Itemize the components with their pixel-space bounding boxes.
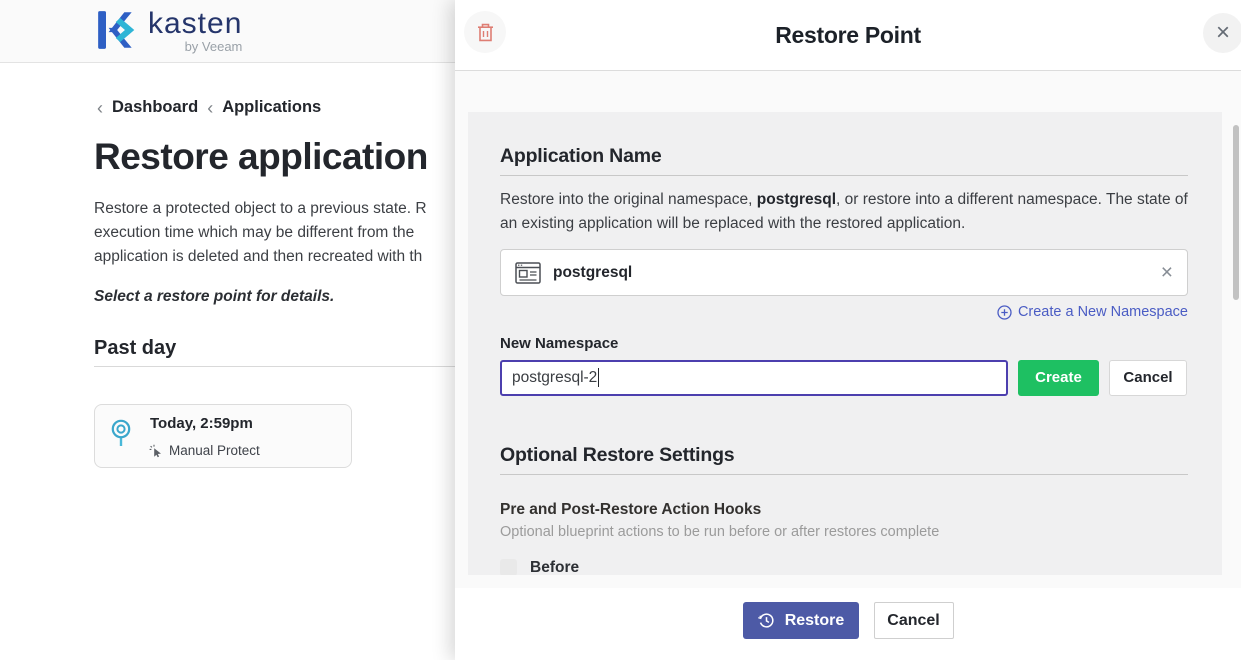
breadcrumb-dashboard[interactable]: Dashboard [112, 98, 198, 117]
breadcrumb: ‹ Dashboard ‹ Applications [97, 98, 321, 117]
new-namespace-value: postgresql-2 [512, 369, 597, 387]
checkbox-row-before: Before [500, 559, 1188, 576]
restore-point-pin-icon [110, 418, 132, 450]
before-checkbox-label: Before [530, 559, 579, 576]
chevron-left-icon: ‹ [207, 99, 213, 117]
restore-button[interactable]: Restore [743, 602, 859, 639]
modal-scroll-area: Application Name Restore into the origin… [455, 71, 1241, 588]
divider [500, 474, 1188, 475]
restore-settings-panel: Application Name Restore into the origin… [468, 112, 1222, 575]
scrollbar-thumb[interactable] [1233, 125, 1239, 300]
divider [500, 175, 1188, 176]
text-caret [598, 368, 599, 387]
modal-header: Restore Point × [455, 0, 1241, 71]
create-namespace-button[interactable]: Create [1018, 360, 1099, 396]
restore-point-modal: Restore Point × Application Name Restore… [455, 0, 1241, 660]
page-description-line: application is deleted and then recreate… [94, 245, 427, 269]
restore-history-icon [757, 611, 776, 630]
page-description-line: execution time which may be different fr… [94, 221, 427, 245]
kasten-logo[interactable]: kasten by Veeam [95, 8, 242, 54]
clear-application-icon[interactable]: × [1161, 263, 1173, 283]
action-hooks-title: Pre and Post-Restore Action Hooks [500, 501, 1188, 519]
manual-protect-cursor-icon [149, 444, 163, 458]
brand-byline: by Veeam [148, 39, 242, 54]
restore-point-type: Manual Protect [169, 443, 260, 458]
breadcrumb-applications[interactable]: Applications [222, 98, 321, 117]
application-window-icon [515, 262, 541, 284]
restore-button-label: Restore [785, 612, 845, 630]
application-name-value: postgresql [553, 264, 1161, 282]
new-namespace-input[interactable]: postgresql-2 [500, 360, 1008, 396]
brand-name: kasten [148, 8, 242, 40]
application-name-heading: Application Name [500, 145, 1188, 168]
new-namespace-row: postgresql-2 Create Cancel [500, 360, 1188, 396]
create-namespace-link-row: Create a New Namespace [500, 304, 1188, 325]
create-new-namespace-link[interactable]: Create a New Namespace [997, 304, 1188, 320]
application-name-description: Restore into the original namespace, pos… [500, 188, 1188, 236]
close-icon[interactable]: × [1203, 13, 1241, 53]
section-title-past-day: Past day [94, 337, 176, 360]
restore-point-card[interactable]: Today, 2:59pm Manual Protect [94, 404, 352, 468]
plus-circle-icon [997, 305, 1012, 320]
namespace-name-bold: postgresql [757, 191, 836, 208]
page-description-line: Restore a protected object to a previous… [94, 197, 427, 221]
kasten-logo-icon [95, 8, 139, 52]
application-name-input[interactable]: postgresql × [500, 249, 1188, 296]
action-hooks-description: Optional blueprint actions to be run bef… [500, 524, 1188, 540]
modal-title: Restore Point [455, 0, 1241, 70]
before-checkbox[interactable] [500, 559, 517, 575]
restore-point-subtitle: Manual Protect [149, 443, 260, 458]
modal-footer: Restore Cancel [455, 588, 1241, 660]
cancel-namespace-button[interactable]: Cancel [1109, 360, 1187, 396]
optional-restore-settings-heading: Optional Restore Settings [500, 444, 1188, 467]
page-title: Restore application [94, 136, 428, 178]
new-namespace-label: New Namespace [500, 335, 1188, 352]
create-new-namespace-label: Create a New Namespace [1018, 304, 1188, 320]
page-description: Restore a protected object to a previous… [94, 197, 427, 269]
page-note: Select a restore point for details. [94, 288, 334, 306]
chevron-left-icon: ‹ [97, 99, 103, 117]
cancel-button[interactable]: Cancel [874, 602, 954, 639]
restore-point-time: Today, 2:59pm [150, 415, 253, 432]
